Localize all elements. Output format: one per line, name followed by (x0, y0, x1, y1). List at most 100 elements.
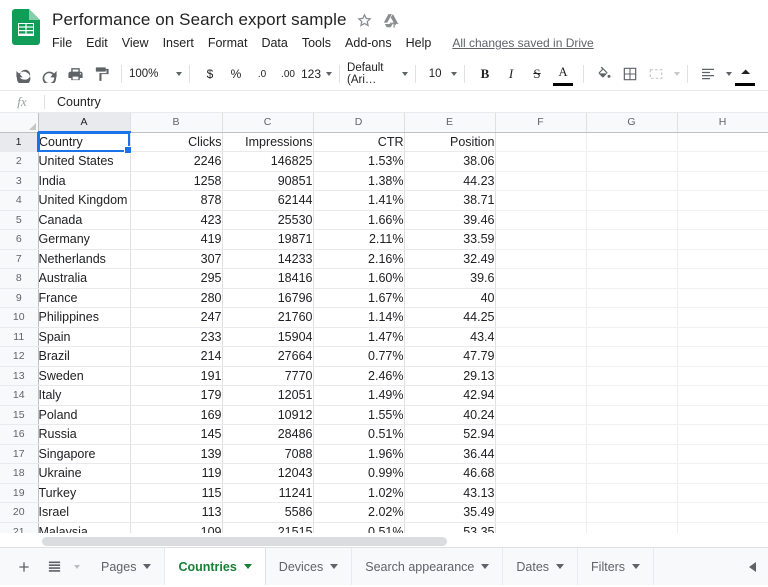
cell-D17[interactable]: 1.96% (313, 444, 404, 464)
cell-D12[interactable]: 0.77% (313, 347, 404, 367)
cell-D11[interactable]: 1.47% (313, 327, 404, 347)
cell-C4[interactable]: 62144 (222, 191, 313, 211)
add-sheet-icon[interactable] (10, 548, 38, 586)
cell-A12[interactable]: Brazil (38, 347, 130, 367)
cell-H21[interactable] (677, 522, 768, 533)
column-header-f[interactable]: F (495, 113, 586, 132)
menu-item-data[interactable]: Data (254, 34, 294, 52)
cell-B15[interactable]: 169 (130, 405, 222, 425)
cell-G18[interactable] (586, 464, 677, 484)
cell-H5[interactable] (677, 210, 768, 230)
cell-E1[interactable]: Position (404, 132, 495, 152)
cell-H10[interactable] (677, 308, 768, 328)
sheet-tab-devices[interactable]: Devices (266, 548, 352, 585)
cell-E2[interactable]: 38.06 (404, 152, 495, 172)
cell-H12[interactable] (677, 347, 768, 367)
cell-C12[interactable]: 27664 (222, 347, 313, 367)
cell-D10[interactable]: 1.14% (313, 308, 404, 328)
cell-G15[interactable] (586, 405, 677, 425)
cell-C7[interactable]: 14233 (222, 249, 313, 269)
row-header-4[interactable]: 4 (0, 191, 38, 211)
cell-F8[interactable] (495, 269, 586, 289)
bold-button[interactable]: B (472, 61, 498, 87)
column-header-h[interactable]: H (677, 113, 768, 132)
cell-A19[interactable]: Turkey (38, 483, 130, 503)
cell-H11[interactable] (677, 327, 768, 347)
cell-H18[interactable] (677, 464, 768, 484)
cell-F10[interactable] (495, 308, 586, 328)
cell-G14[interactable] (586, 386, 677, 406)
cell-C1[interactable]: Impressions (222, 132, 313, 152)
cell-D6[interactable]: 2.11% (313, 230, 404, 250)
cell-F2[interactable] (495, 152, 586, 172)
row-header-13[interactable]: 13 (0, 366, 38, 386)
cell-B17[interactable]: 139 (130, 444, 222, 464)
sheet-tab-pages[interactable]: Pages (88, 548, 165, 585)
save-status[interactable]: All changes saved in Drive (452, 36, 593, 50)
row-header-7[interactable]: 7 (0, 249, 38, 269)
cell-C15[interactable]: 10912 (222, 405, 313, 425)
row-header-1[interactable]: 1 (0, 132, 38, 152)
cell-D19[interactable]: 1.02% (313, 483, 404, 503)
sheet-menu-caret-icon[interactable] (70, 565, 84, 569)
cell-B5[interactable]: 423 (130, 210, 222, 230)
chevron-down-icon[interactable] (330, 564, 338, 569)
cell-C8[interactable]: 18416 (222, 269, 313, 289)
cell-A3[interactable]: India (38, 171, 130, 191)
cell-G9[interactable] (586, 288, 677, 308)
chevron-down-icon[interactable] (632, 564, 640, 569)
cell-E12[interactable]: 47.79 (404, 347, 495, 367)
more-formats-select[interactable]: 123 (301, 61, 332, 87)
cell-D9[interactable]: 1.67% (313, 288, 404, 308)
font-size-select[interactable]: 10 (423, 61, 457, 87)
vertical-align-icon[interactable]: ⏶ (732, 61, 758, 87)
text-color-button[interactable]: A (550, 61, 576, 87)
sheet-tab-filters[interactable]: Filters (578, 548, 654, 585)
cell-F1[interactable] (495, 132, 586, 152)
star-icon[interactable] (356, 12, 373, 29)
cell-A1[interactable]: Country (38, 132, 130, 152)
menu-item-insert[interactable]: Insert (156, 34, 201, 52)
cell-F20[interactable] (495, 503, 586, 523)
cell-B19[interactable]: 115 (130, 483, 222, 503)
fill-color-icon[interactable] (591, 61, 617, 87)
cell-B18[interactable]: 119 (130, 464, 222, 484)
menu-item-help[interactable]: Help (399, 34, 439, 52)
cell-A8[interactable]: Australia (38, 269, 130, 289)
cell-G11[interactable] (586, 327, 677, 347)
cell-E6[interactable]: 33.59 (404, 230, 495, 250)
cell-C19[interactable]: 11241 (222, 483, 313, 503)
cell-F12[interactable] (495, 347, 586, 367)
undo-icon[interactable] (10, 61, 36, 87)
cell-H6[interactable] (677, 230, 768, 250)
cell-C10[interactable]: 21760 (222, 308, 313, 328)
row-header-3[interactable]: 3 (0, 171, 38, 191)
cell-G20[interactable] (586, 503, 677, 523)
cell-E7[interactable]: 32.49 (404, 249, 495, 269)
cell-G10[interactable] (586, 308, 677, 328)
cell-D1[interactable]: CTR (313, 132, 404, 152)
cell-F17[interactable] (495, 444, 586, 464)
cell-H8[interactable] (677, 269, 768, 289)
cell-B12[interactable]: 214 (130, 347, 222, 367)
cell-F14[interactable] (495, 386, 586, 406)
merge-cells-select[interactable] (643, 61, 680, 87)
cell-H14[interactable] (677, 386, 768, 406)
row-header-11[interactable]: 11 (0, 327, 38, 347)
chevron-down-icon[interactable] (556, 564, 564, 569)
cell-C14[interactable]: 12051 (222, 386, 313, 406)
column-header-d[interactable]: D (313, 113, 404, 132)
cell-G21[interactable] (586, 522, 677, 533)
row-header-18[interactable]: 18 (0, 464, 38, 484)
cell-G1[interactable] (586, 132, 677, 152)
cell-B16[interactable]: 145 (130, 425, 222, 445)
chevron-down-icon[interactable] (143, 564, 151, 569)
cell-B10[interactable]: 247 (130, 308, 222, 328)
cell-D4[interactable]: 1.41% (313, 191, 404, 211)
row-header-15[interactable]: 15 (0, 405, 38, 425)
cell-G2[interactable] (586, 152, 677, 172)
cell-F3[interactable] (495, 171, 586, 191)
cell-B13[interactable]: 191 (130, 366, 222, 386)
scrollbar-thumb[interactable] (42, 537, 447, 546)
cell-E3[interactable]: 44.23 (404, 171, 495, 191)
